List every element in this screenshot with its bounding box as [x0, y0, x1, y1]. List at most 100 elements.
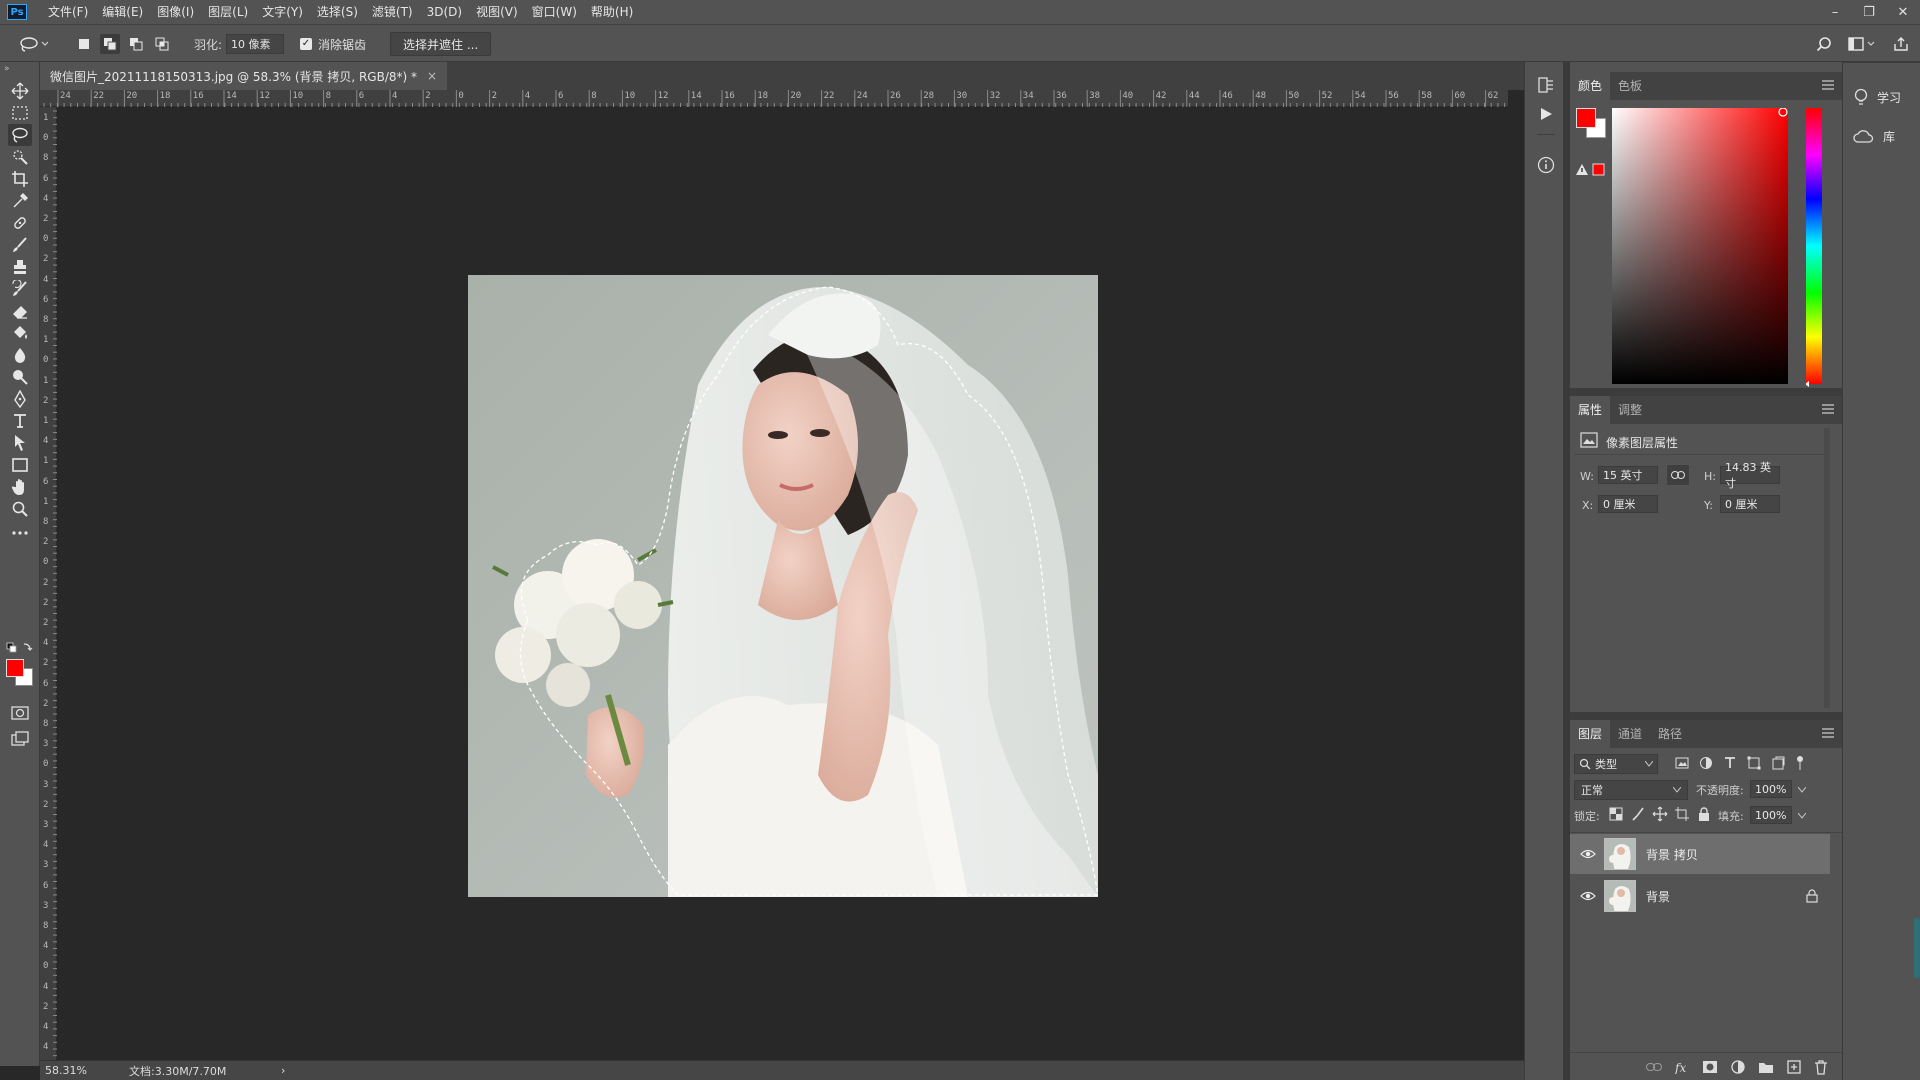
info-panel-button[interactable]: [1537, 156, 1555, 174]
brush-tool-button[interactable]: [8, 234, 32, 256]
color-swatches[interactable]: [6, 659, 34, 687]
zoom-tool-button[interactable]: [8, 498, 32, 520]
layer-filter-select[interactable]: 类型: [1574, 754, 1658, 774]
horizontal-ruler[interactable]: 24 22 20 18 16 14 12 10 8 6 4 2 0 2 4 6 8 10 12 14 16 18 20 22 2…: [40, 90, 1508, 107]
rectangle-tool-button[interactable]: [8, 454, 32, 476]
workspace-button[interactable]: [1848, 25, 1876, 63]
history-panel-button[interactable]: [1537, 76, 1555, 94]
menu-item[interactable]: 窗口(W): [525, 0, 584, 24]
feather-input[interactable]: 10 像素: [226, 34, 285, 54]
library-panel-button[interactable]: 库: [1853, 128, 1895, 145]
close-window-button[interactable]: ✕: [1886, 0, 1920, 24]
eyedropper-tool-button[interactable]: [8, 190, 32, 212]
tab-channels[interactable]: 通道: [1610, 720, 1650, 748]
filter-shape-icon[interactable]: [1746, 755, 1762, 771]
clone-stamp-tool-button[interactable]: [8, 256, 32, 278]
zoom-level[interactable]: 58.31%: [45, 1064, 125, 1077]
move-tool-button[interactable]: [8, 80, 32, 102]
new-group-icon[interactable]: [1758, 1060, 1774, 1074]
pen-tool-button[interactable]: [8, 388, 32, 410]
link-dimensions-button[interactable]: [1666, 464, 1690, 486]
document-tab[interactable]: 微信图片_20211118150313.jpg @ 58.3% (背景 拷贝, …: [40, 62, 448, 90]
menu-item[interactable]: 帮助(H): [584, 0, 640, 24]
width-field[interactable]: 15 英寸: [1598, 466, 1658, 484]
quick-select-tool-button[interactable]: [8, 146, 32, 168]
blend-mode-select[interactable]: 正常: [1574, 780, 1688, 800]
more-tools-button[interactable]: [8, 522, 32, 544]
tab-swatches[interactable]: 色板: [1610, 72, 1650, 100]
properties-scrollbar[interactable]: [1824, 428, 1830, 708]
close-document-icon[interactable]: ×: [427, 69, 437, 83]
type-tool-button[interactable]: [8, 410, 32, 432]
menu-item[interactable]: 图像(I): [150, 0, 201, 24]
select-and-mask-button[interactable]: 选择并遮住 ...: [390, 32, 492, 56]
blur-tool-button[interactable]: [8, 344, 32, 366]
layer-visibility-toggle[interactable]: [1580, 891, 1596, 901]
dodge-tool-button[interactable]: [8, 366, 32, 388]
restore-button[interactable]: ❐: [1852, 0, 1886, 24]
layer-visibility-toggle[interactable]: [1580, 849, 1596, 859]
path-select-tool-button[interactable]: [8, 432, 32, 454]
add-selection-button[interactable]: [100, 34, 120, 54]
intersect-selection-button[interactable]: [152, 34, 172, 54]
tab-adjustments[interactable]: 调整: [1610, 396, 1650, 424]
menu-item[interactable]: 视图(V): [469, 0, 525, 24]
quick-mask-button[interactable]: [8, 702, 32, 724]
menu-item[interactable]: 编辑(E): [95, 0, 150, 24]
saturation-brightness-field[interactable]: [1612, 108, 1788, 384]
hue-slider[interactable]: [1806, 108, 1822, 387]
add-mask-icon[interactable]: [1702, 1060, 1718, 1074]
filter-type-icon[interactable]: [1722, 755, 1738, 771]
panel-menu-icon[interactable]: [1822, 80, 1834, 90]
learn-panel-button[interactable]: 学习: [1853, 88, 1901, 106]
tab-properties[interactable]: 属性: [1570, 396, 1611, 424]
panel-scroll-handle[interactable]: [1914, 918, 1920, 978]
chevron-down-icon[interactable]: [1798, 813, 1806, 819]
tab-paths[interactable]: 路径: [1650, 720, 1690, 748]
menu-item[interactable]: 3D(D): [420, 0, 469, 24]
screen-mode-button[interactable]: [8, 728, 32, 750]
new-layer-icon[interactable]: [1786, 1059, 1802, 1075]
crop-tool-button[interactable]: [8, 168, 32, 190]
filter-adjustment-icon[interactable]: [1698, 755, 1714, 771]
x-field[interactable]: 0 厘米: [1598, 495, 1658, 513]
delete-layer-icon[interactable]: [1814, 1059, 1828, 1075]
document-image[interactable]: [468, 275, 1098, 897]
y-field[interactable]: 0 厘米: [1720, 495, 1780, 513]
healing-brush-tool-button[interactable]: [8, 212, 32, 234]
filter-pixel-icon[interactable]: [1674, 755, 1690, 771]
swap-colors-button[interactable]: [6, 642, 36, 656]
layer-name[interactable]: 背景 拷贝: [1646, 846, 1830, 863]
lasso-tool-button[interactable]: [8, 124, 32, 146]
status-menu-arrow[interactable]: ›: [281, 1064, 285, 1077]
new-selection-button[interactable]: [74, 34, 94, 54]
minimize-button[interactable]: –: [1818, 0, 1852, 24]
filter-toggle-icon[interactable]: [1794, 755, 1806, 771]
layer-row[interactable]: 背景: [1570, 876, 1830, 916]
menu-item[interactable]: 文字(Y): [255, 0, 310, 24]
fill-field[interactable]: 100%: [1750, 806, 1792, 824]
height-field[interactable]: 14.83 英寸: [1720, 461, 1780, 490]
menu-item[interactable]: 文件(F): [41, 0, 95, 24]
chevron-down-icon[interactable]: [1798, 787, 1806, 793]
hand-tool-button[interactable]: [8, 476, 32, 498]
panel-menu-icon[interactable]: [1822, 404, 1834, 414]
tab-layers[interactable]: 图层: [1570, 720, 1611, 748]
vertical-ruler[interactable]: 1086420246810121416182022242628303234363…: [40, 107, 57, 1060]
new-adjustment-icon[interactable]: [1730, 1059, 1746, 1075]
lock-position-icon[interactable]: [1652, 806, 1668, 822]
layer-name[interactable]: 背景: [1646, 888, 1806, 905]
paint-bucket-tool-button[interactable]: [8, 322, 32, 344]
menu-item[interactable]: 图层(L): [201, 0, 255, 24]
panel-menu-icon[interactable]: [1822, 728, 1834, 738]
tool-preset-picker[interactable]: [18, 25, 48, 63]
filter-smart-object-icon[interactable]: [1770, 755, 1786, 771]
subtract-selection-button[interactable]: [126, 34, 146, 54]
layer-row[interactable]: 背景 拷贝: [1570, 834, 1830, 874]
foreground-color-swatch[interactable]: [6, 659, 24, 677]
lock-pixels-icon[interactable]: [1630, 806, 1646, 822]
link-layers-icon[interactable]: [1646, 1061, 1662, 1073]
actions-panel-button[interactable]: [1538, 106, 1554, 122]
color-panel-foreground-swatch[interactable]: [1576, 108, 1596, 128]
menu-item[interactable]: 选择(S): [310, 0, 365, 24]
